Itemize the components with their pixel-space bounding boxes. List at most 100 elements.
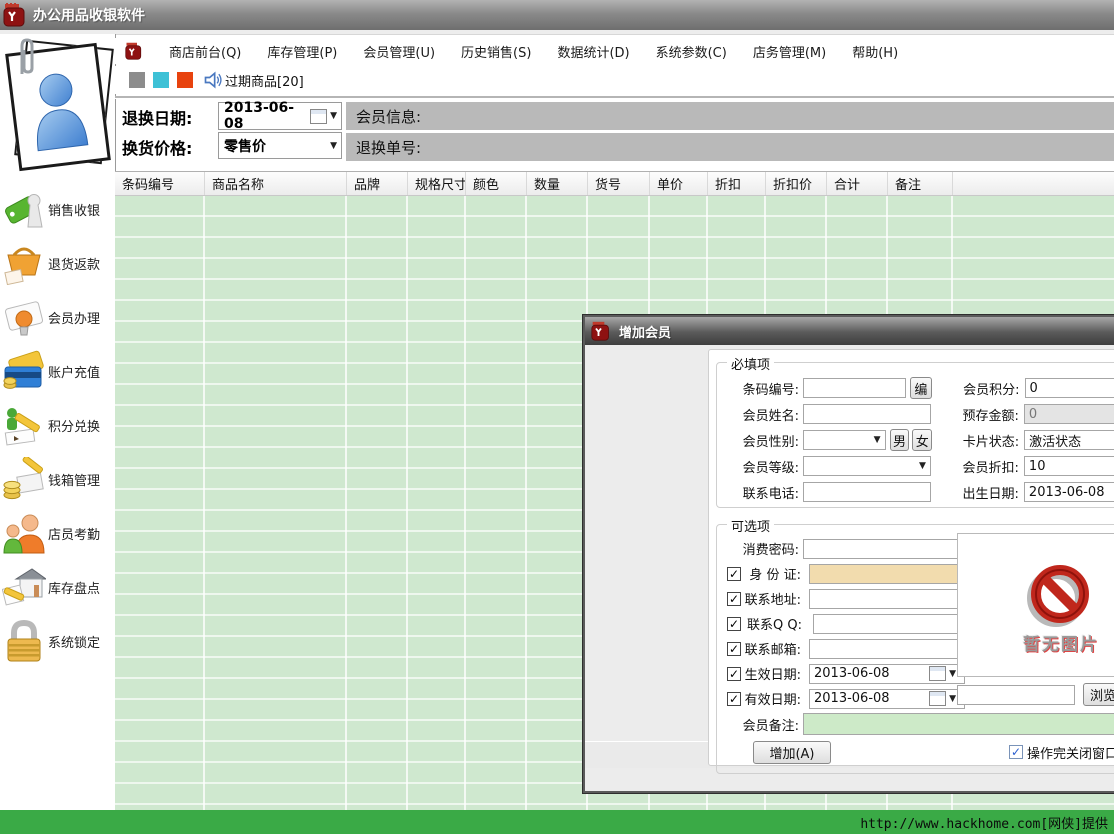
no-image-text: 暂无图片 [1023,635,1099,655]
required-group: 必填项 条码编号: 编 会员积分: 0 会员姓名: 预存金额: 0 [716,362,1114,508]
memo-input[interactable] [803,713,1114,735]
photo-path-input[interactable] [957,685,1075,705]
col-size[interactable]: 规格尺寸 [408,172,466,195]
form-row: 联系电话: 出生日期: 2013-06-08 [717,479,1114,505]
qq-input[interactable] [813,614,969,634]
points-exchange-icon [2,403,46,447]
grid-col [466,196,527,810]
add-button[interactable]: 增加(A) [753,741,831,764]
sidebar-item-membership[interactable]: 会员办理 [0,290,115,344]
col-itemno[interactable]: 货号 [588,172,650,195]
no-image-text-wrap: 暂无图片 [1006,630,1114,655]
birthday-label: 出生日期: [939,483,1019,502]
female-button[interactable]: 女 [912,429,932,451]
return-date-picker[interactable]: 2013-06-08 ▼ [218,102,342,130]
id-input[interactable] [809,564,965,584]
end-date-checkbox[interactable]: ✓ [727,692,741,706]
sidebar-item-points[interactable]: 积分兑换 [0,398,115,452]
col-brand[interactable]: 品牌 [347,172,408,195]
birthday-input[interactable]: 2013-06-08 [1024,482,1114,502]
sidebar: 销售收银 退货返款 会员办理 [0,34,116,810]
sidebar-item-label: 系统锁定 [48,632,100,651]
speaker-icon [203,70,223,90]
start-date-checkbox[interactable]: ✓ [727,667,741,681]
password-input[interactable] [803,539,959,559]
col-color[interactable]: 颜色 [466,172,527,195]
end-date-label: 有效日期: [743,689,801,708]
col-qty[interactable]: 数量 [527,172,588,195]
menu-item-parameters[interactable]: 系统参数(C) [656,42,727,61]
app-window: 办公用品收银软件 [0,0,1114,834]
titlebar-divider [0,30,1114,35]
col-price[interactable]: 单价 [650,172,708,195]
form-row: 会员备注: [717,711,1114,737]
items-table-header: 条码编号 商品名称 品牌 规格尺寸 颜色 数量 货号 单价 折扣 折扣价 合计 … [115,171,1114,196]
add-member-dialog: 增加会员 必填项 条码编号: 编 会员积分: 0 会员姓名: [583,315,1114,793]
menu-item-history[interactable]: 历史销售(S) [461,42,531,61]
exchange-price-select[interactable]: 零售价 ▼ [218,132,342,159]
qq-checkbox[interactable]: ✓ [727,617,741,631]
menu-item-members[interactable]: 会员管理(U) [363,42,435,61]
chevron-down-icon: ▼ [949,669,956,679]
edit-barcode-button[interactable]: 编 [910,377,931,399]
col-name[interactable]: 商品名称 [205,172,347,195]
phone-input[interactable] [803,482,931,502]
sidebar-item-label: 会员办理 [48,308,100,327]
member-name-input[interactable] [803,404,931,424]
dialog-body: 必填项 条码编号: 编 会员积分: 0 会员姓名: 预存金额: 0 [585,345,1114,741]
col-discount[interactable]: 折扣 [708,172,766,195]
start-date-label: 生效日期: [743,664,801,683]
sidebar-item-lock[interactable]: 系统锁定 [0,614,115,668]
male-button[interactable]: 男 [890,429,910,451]
col-barcode[interactable]: 条码编号 [115,172,205,195]
sidebar-item-sales[interactable]: 销售收银 [0,182,115,236]
col-total[interactable]: 合计 [827,172,888,195]
member-photo-box: 暂无图片 [957,533,1114,677]
close-on-finish-checkbox[interactable]: ✓ [1009,745,1023,759]
dialog-titlebar[interactable]: 增加会员 [585,317,1114,345]
sidebar-item-returns[interactable]: 退货返款 [0,236,115,290]
id-checkbox[interactable]: ✓ [727,567,741,581]
menu-item-storefront[interactable]: 商店前台(Q) [169,42,241,61]
menu-item-store-mgmt[interactable]: 店务管理(M) [753,42,826,61]
sidebar-item-cashbox[interactable]: 钱箱管理 [0,452,115,506]
menu-item-inventory[interactable]: 库存管理(P) [267,42,337,61]
sidebar-item-label: 退货返款 [48,254,100,273]
window-title: 办公用品收银软件 [33,5,145,25]
staff-attendance-icon [2,511,46,555]
barcode-input[interactable] [803,378,906,398]
address-input[interactable] [809,589,965,609]
menu-item-help[interactable]: 帮助(H) [852,42,898,61]
end-date-value: 2013-06-08 [814,691,890,706]
start-date-picker[interactable]: 2013-06-08 ▼ [809,664,965,684]
legend-red-swatch [177,72,193,88]
points-input[interactable]: 0 [1025,378,1114,398]
sidebar-menu: 销售收银 退货返款 会员办理 [0,182,115,668]
calendar-icon [929,691,946,706]
window-titlebar[interactable]: 办公用品收银软件 [0,0,1114,30]
col-remark[interactable]: 备注 [888,172,953,195]
exchange-price-label: 换货价格: [122,135,192,159]
sidebar-item-inventory[interactable]: 库存盘点 [0,560,115,614]
level-select[interactable]: ▼ [803,456,931,476]
expired-goods-alert[interactable]: 过期商品[20] [225,71,304,90]
browse-button[interactable]: 浏览 [1083,683,1114,706]
menu-item-statistics[interactable]: 数据统计(D) [557,42,629,61]
end-date-picker[interactable]: 2013-06-08 ▼ [809,689,965,709]
gender-select[interactable]: ▼ [803,430,886,450]
grid-col [408,196,466,810]
email-input[interactable] [809,639,965,659]
no-image-icon [1024,560,1094,630]
discount-input[interactable]: 10 [1024,456,1114,476]
card-status-input[interactable]: 激活状态 [1024,430,1114,450]
address-checkbox[interactable]: ✓ [727,592,741,606]
optional-group-title: 可选项 [727,516,774,535]
sidebar-item-attendance[interactable]: 店员考勤 [0,506,115,560]
sale-tag-icon [2,187,46,231]
col-discprice[interactable]: 折扣价 [766,172,827,195]
sidebar-item-recharge[interactable]: 账户充值 [0,344,115,398]
close-on-finish-label: 操作完关闭窗口 [1027,743,1114,762]
email-checkbox[interactable]: ✓ [727,642,741,656]
barcode-label: 条码编号: [717,379,799,398]
form-row: 会员性别: ▼ 男 女 卡片状态: 激活状态 [717,427,1114,453]
